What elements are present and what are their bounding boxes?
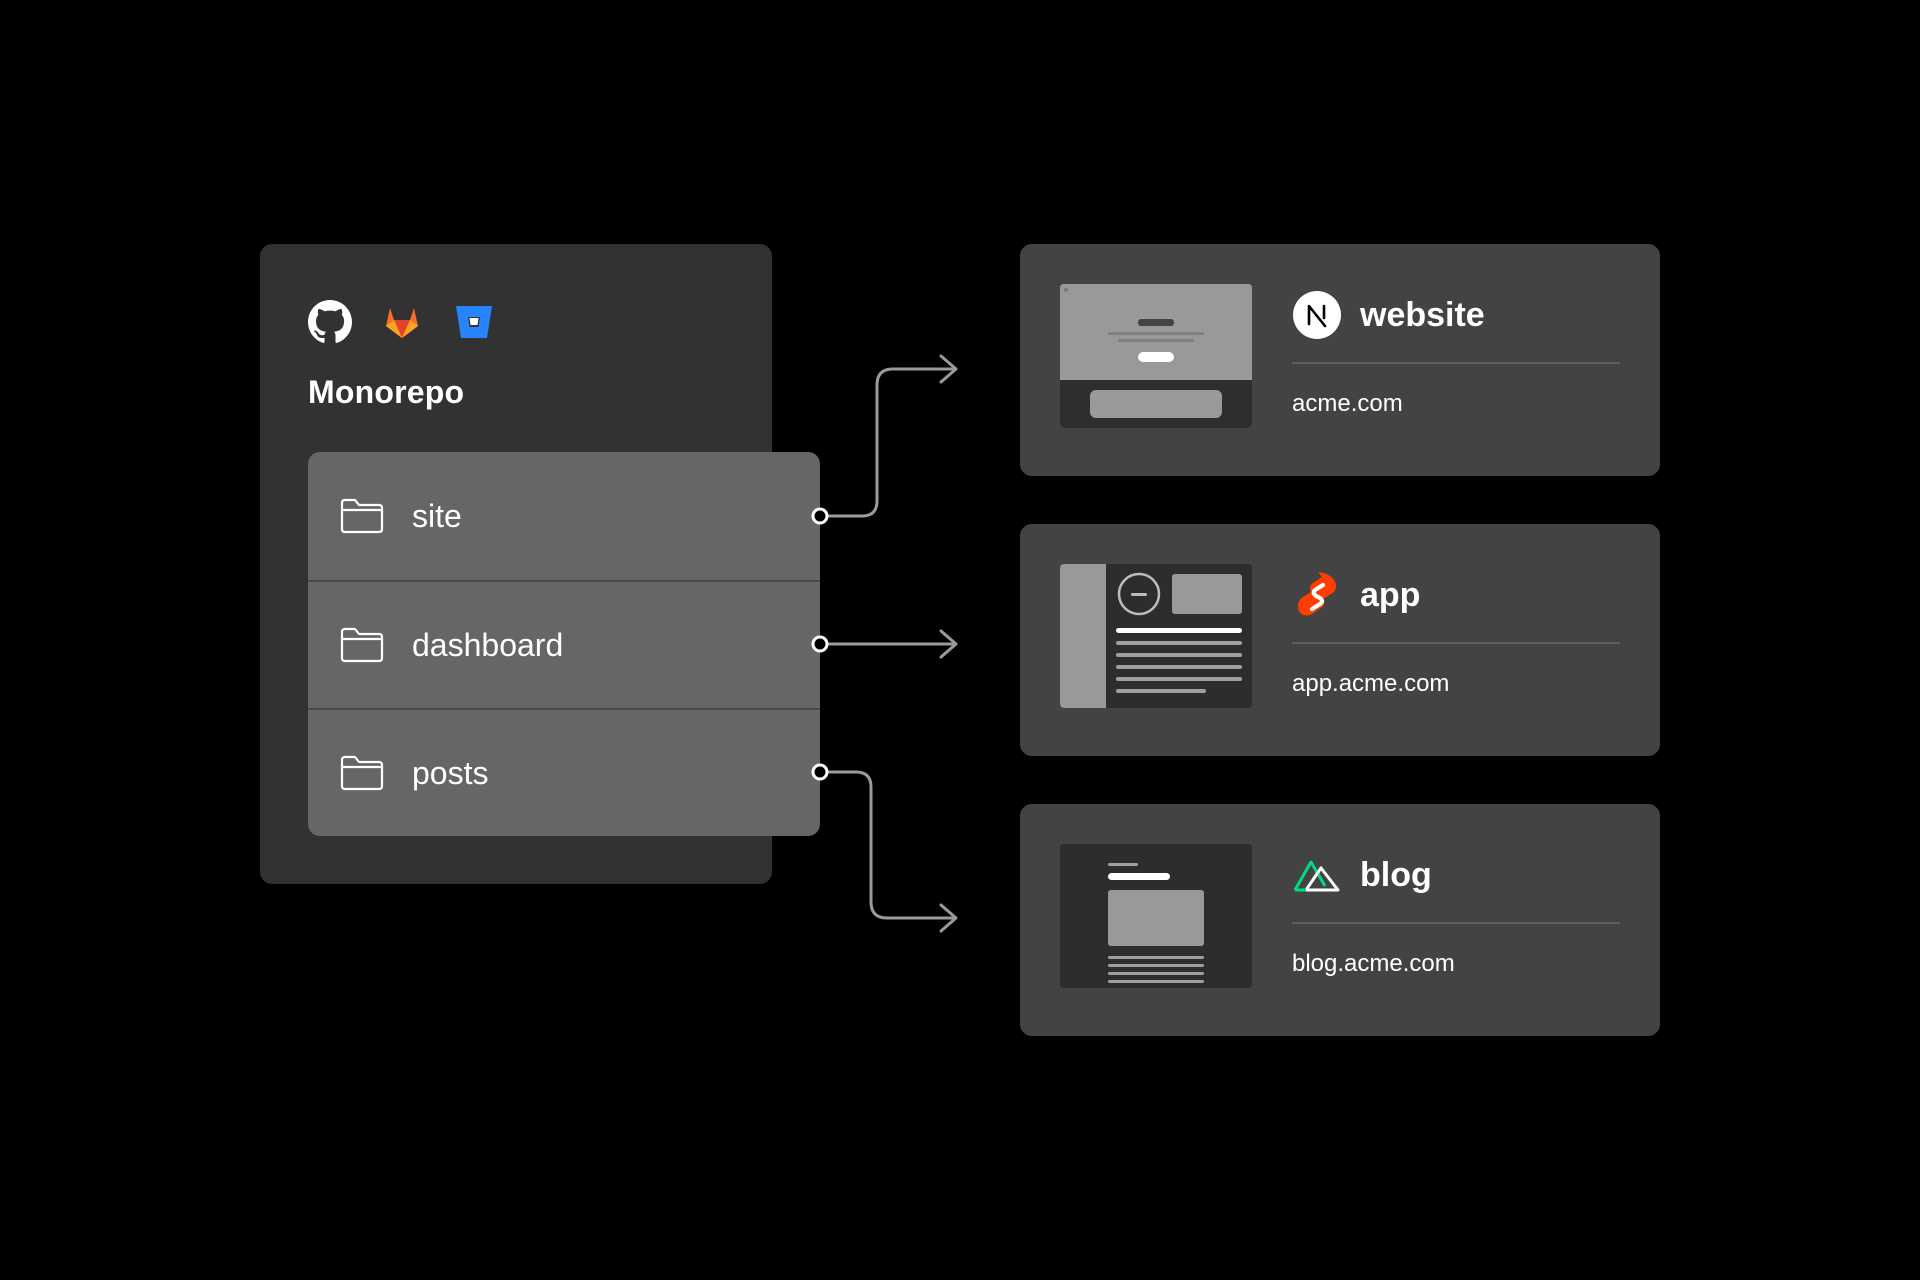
divider [1292, 642, 1620, 644]
divider [1292, 922, 1620, 924]
deployment-card-app[interactable]: app app.acme.com [1020, 524, 1660, 756]
gitlab-icon [386, 308, 418, 338]
repo-title: Monorepo [308, 374, 465, 410]
connector-site-to-website [826, 367, 957, 518]
deployment-card-website[interactable]: website acme.com [1020, 244, 1660, 476]
deployment-url[interactable]: blog.acme.com [1292, 950, 1455, 978]
folder-label: dashboard [412, 626, 564, 663]
deployment-url[interactable]: app.acme.com [1292, 670, 1449, 698]
nuxt-icon [1293, 860, 1340, 892]
folder-item-site[interactable]: site [308, 452, 820, 580]
folder-label: site [412, 497, 462, 534]
arrowhead [939, 903, 958, 933]
deployment-card-blog[interactable]: blog blog.acme.com [1020, 804, 1660, 1036]
folder-item-dashboard[interactable]: dashboard [308, 580, 820, 708]
svelte-icon [1298, 572, 1336, 616]
folder-icon [340, 498, 384, 534]
website-preview [1060, 284, 1252, 428]
deployment-name: website [1360, 296, 1485, 334]
arrowhead [939, 354, 958, 384]
deployment-name: blog [1360, 856, 1432, 894]
folder-icon [340, 755, 384, 791]
connector-posts-to-blog [826, 770, 957, 920]
folder-list: site dashboard posts [308, 452, 820, 836]
folder-icon [340, 627, 384, 663]
blog-preview [1060, 844, 1252, 988]
deployment-name: app [1360, 576, 1421, 614]
app-preview [1060, 564, 1252, 708]
github-icon [308, 300, 352, 343]
bitbucket-icon [456, 306, 492, 338]
deployment-url[interactable]: acme.com [1292, 390, 1403, 418]
divider [1292, 362, 1620, 364]
git-providers [308, 300, 496, 344]
folder-label: posts [412, 754, 489, 791]
nextjs-icon [1293, 291, 1341, 339]
arrowhead [939, 629, 958, 659]
folder-item-posts[interactable]: posts [308, 708, 820, 836]
